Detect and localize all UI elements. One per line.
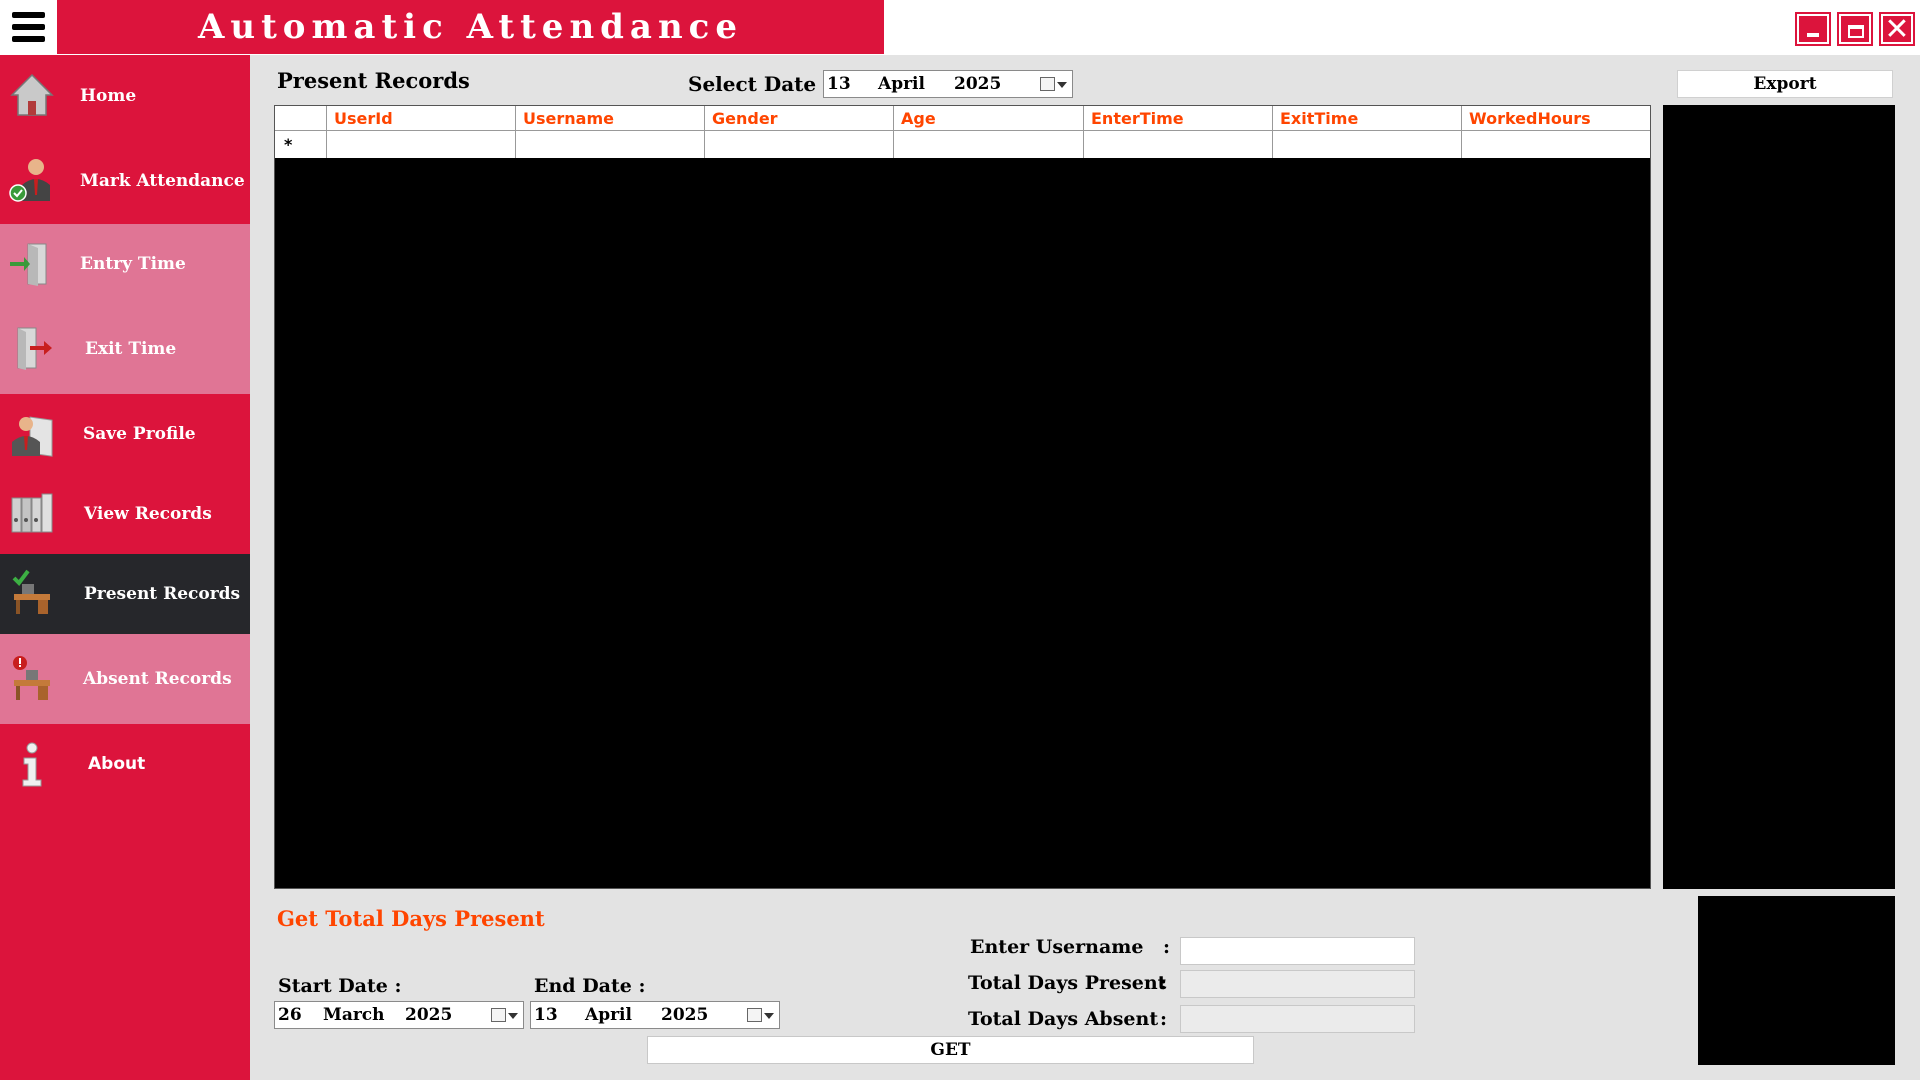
user-check-icon [9,159,50,202]
maximize-button[interactable] [1837,12,1873,46]
chevron-down-icon [764,1013,774,1019]
grid-header: UserId Username Gender Age EnterTime Exi… [275,106,1650,131]
sidebar-item-label: Exit Time [85,339,177,359]
desk-check-icon [12,569,50,614]
sidebar-item-label: Absent Records [83,669,232,689]
calendar-icon [491,1008,506,1022]
get-button[interactable]: GET [647,1036,1254,1064]
column-header-userid[interactable]: UserId [326,106,515,130]
date-day: 13 [534,1005,558,1025]
colon-separator: : [1163,936,1171,958]
profile-icon [12,416,53,457]
sidebar-item-save-profile[interactable]: Save Profile [0,394,250,474]
date-year: 2025 [954,74,1002,94]
hamburger-menu-icon[interactable] [0,0,57,55]
sidebar-item-entry-time[interactable]: Entry Time [0,224,250,304]
sidebar-item-about[interactable]: About [0,724,250,804]
table-cell[interactable] [704,131,893,158]
sidebar-item-home[interactable]: Home [0,55,250,137]
column-header-gender[interactable]: Gender [704,106,893,130]
close-button[interactable]: ✕ [1879,12,1915,47]
column-header-username[interactable]: Username [515,106,704,130]
chevron-down-icon [1057,82,1067,88]
start-date-picker[interactable]: 26 March 2025 [274,1001,524,1029]
sidebar-item-view-records[interactable]: View Records [0,474,250,554]
minimize-icon [1807,33,1819,37]
door-exit-icon [17,327,52,370]
info-icon [22,742,42,787]
calendar-icon [747,1008,762,1022]
sidebar-item-label: About [88,754,146,774]
date-month: March [323,1005,385,1025]
records-grid[interactable]: UserId Username Gender Age EnterTime Exi… [274,105,1651,889]
date-year: 2025 [405,1005,453,1025]
desk-alert-icon [13,656,50,700]
home-icon [10,73,54,116]
total-present-field [1180,970,1415,998]
sidebar-item-label: Present Records [84,584,241,604]
photo-preview [1698,896,1895,1065]
select-date-picker[interactable]: 13 April 2025 [823,70,1073,98]
door-enter-icon [10,243,47,286]
calendar-icon [1040,77,1055,91]
column-header-exittime[interactable]: ExitTime [1272,106,1461,130]
chevron-down-icon [508,1013,518,1019]
column-header-entertime[interactable]: EnterTime [1083,106,1272,130]
date-month: April [585,1005,632,1025]
column-header-workedhours[interactable]: WorkedHours [1461,106,1650,130]
row-header-corner [275,106,326,130]
total-absent-field [1180,1005,1415,1033]
sidebar-item-label: Home [80,86,137,106]
table-cell[interactable] [893,131,1083,158]
colon-separator: : [1160,1008,1168,1030]
column-header-age[interactable]: Age [893,106,1083,130]
close-icon: ✕ [1884,12,1910,47]
binders-icon [11,493,53,533]
title-bar: Automatic Attendance ✕ [0,0,1920,55]
table-cell[interactable] [326,131,515,158]
row-header: * [275,131,326,158]
page-title: Present Records [277,68,470,93]
table-row[interactable]: * [275,131,1650,158]
sidebar-item-label: Mark Attendance [80,170,245,191]
end-date-picker[interactable]: 13 April 2025 [530,1001,780,1029]
enter-username-label: Enter Username [970,936,1144,958]
sidebar-item-absent-records[interactable]: Absent Records [0,634,250,724]
export-button[interactable]: Export [1677,70,1893,98]
total-present-label: Total Days Present [968,972,1167,994]
total-absent-label: Total Days Absent [968,1008,1159,1030]
sidebar: Home Mark Attendance Entry Time Exit Tim… [0,55,250,1080]
table-cell[interactable] [1272,131,1461,158]
date-year: 2025 [661,1005,709,1025]
date-month: April [878,74,925,94]
date-day: 13 [827,74,851,94]
new-row-marker: * [284,135,293,154]
date-day: 26 [278,1005,302,1025]
colon-separator: : [1160,972,1168,994]
table-cell[interactable] [1083,131,1272,158]
sidebar-item-present-records[interactable]: Present Records [0,554,250,634]
username-input[interactable] [1180,937,1415,965]
select-date-label: Select Date : [688,72,831,96]
app-title-banner: Automatic Attendance [57,0,884,54]
end-date-label: End Date : [534,975,646,997]
app-title: Automatic Attendance [197,7,744,47]
sidebar-item-mark-attendance[interactable]: Mark Attendance [0,137,250,224]
restore-icon [1848,25,1864,38]
minimize-button[interactable] [1795,12,1831,46]
sidebar-item-exit-time[interactable]: Exit Time [0,304,250,394]
preview-panel [1663,105,1895,889]
table-cell[interactable] [1461,131,1650,158]
table-cell[interactable] [515,131,704,158]
section-title: Get Total Days Present [277,906,545,931]
sidebar-item-label: Save Profile [83,424,196,444]
sidebar-item-label: Entry Time [80,254,186,274]
sidebar-item-label: View Records [84,504,212,524]
start-date-label: Start Date : [278,975,402,997]
